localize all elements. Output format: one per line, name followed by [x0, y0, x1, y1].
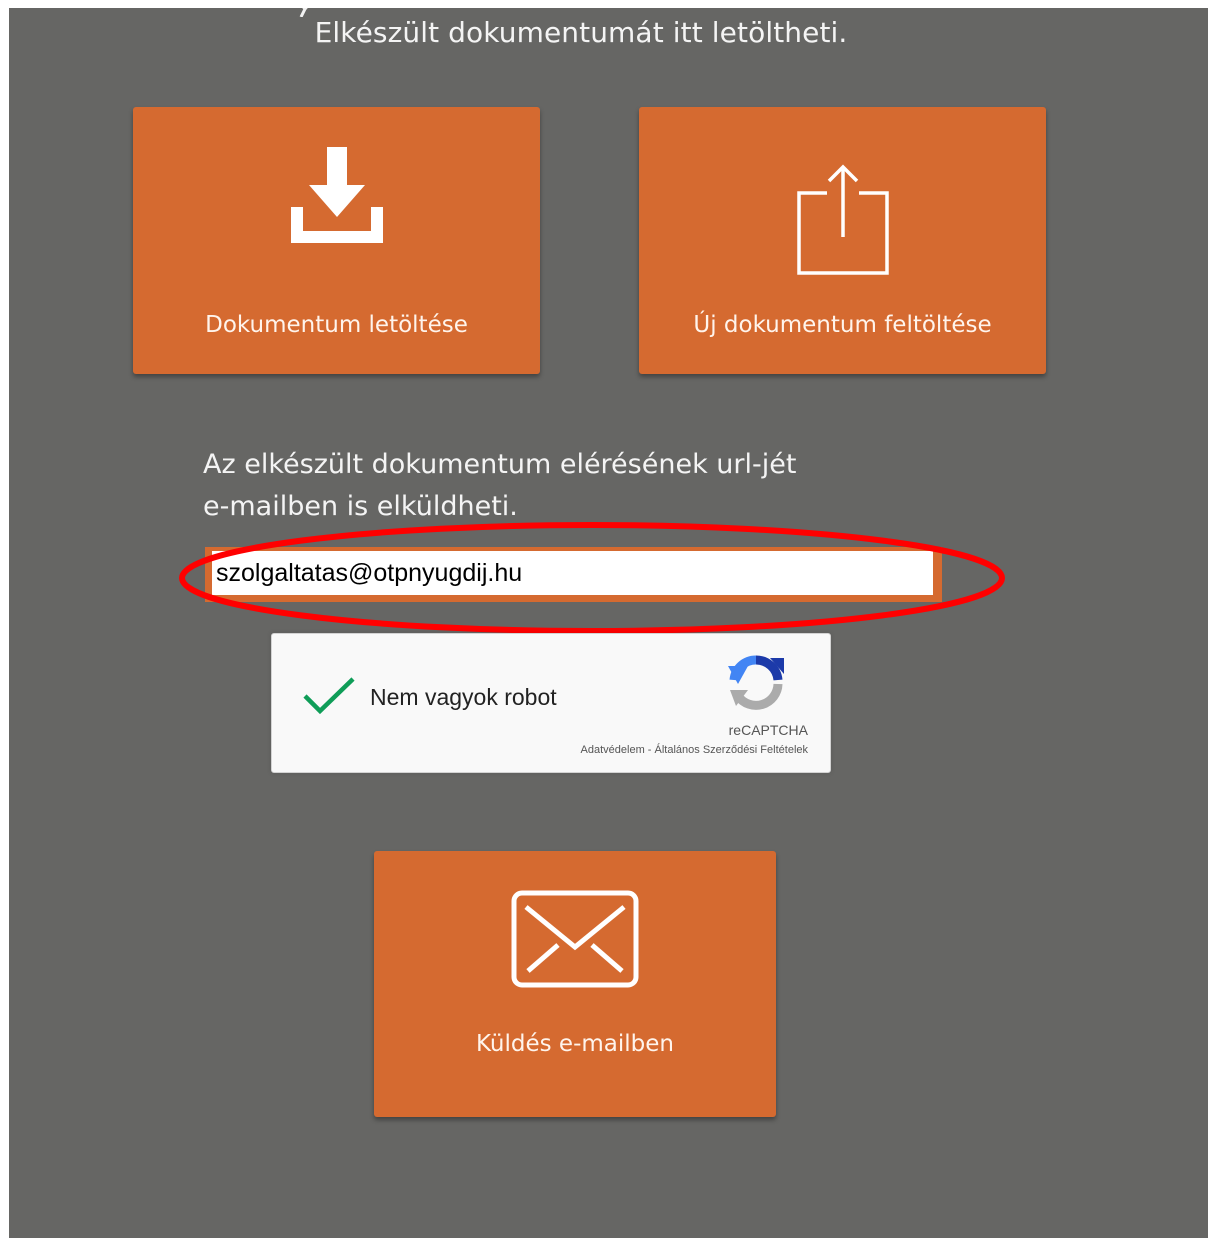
link-separator: -: [644, 744, 655, 756]
upload-new-document-label: Új dokumentum feltöltése: [693, 312, 992, 338]
checkmark-icon[interactable]: [302, 676, 356, 716]
email-info-line-1: Az elkészült dokumentum elérésének url-j…: [203, 449, 797, 480]
email-info-line-2: e-mailben is elküldheti.: [203, 491, 518, 522]
envelope-icon: [511, 890, 639, 988]
download-document-button[interactable]: Dokumentum letöltése: [133, 107, 540, 374]
upload-new-document-button[interactable]: Új dokumentum feltöltése: [639, 107, 1046, 374]
download-document-label: Dokumentum letöltése: [205, 312, 468, 338]
page-background: Elkészült dokumentumát itt letöltheti. D…: [9, 8, 1208, 1238]
share-upload-icon: [797, 164, 889, 275]
terms-link[interactable]: Általános Szerződési Feltételek: [655, 744, 808, 756]
email-field[interactable]: [212, 551, 933, 595]
send-email-label: Küldés e-mailben: [475, 1031, 674, 1057]
send-email-button[interactable]: Küldés e-mailben: [374, 851, 776, 1117]
recaptcha-logo-icon: [728, 655, 784, 710]
download-icon: [291, 147, 383, 243]
email-field-frame: [205, 547, 942, 602]
recaptcha-label: Nem vagyok robot: [370, 684, 557, 710]
recaptcha-widget: Nem vagyok robot reCAPTCHA Adatvédelem -…: [271, 633, 831, 773]
recaptcha-brand: reCAPTCHA: [728, 722, 808, 738]
cropped-text-fragment: [291, 8, 321, 18]
privacy-link[interactable]: Adatvédelem: [581, 744, 645, 756]
email-info-text: Az elkészült dokumentum elérésének url-j…: [203, 444, 903, 528]
recaptcha-links: Adatvédelem - Általános Szerződési Felté…: [581, 744, 808, 756]
page-headline: Elkészült dokumentumát itt letöltheti.: [314, 16, 848, 49]
